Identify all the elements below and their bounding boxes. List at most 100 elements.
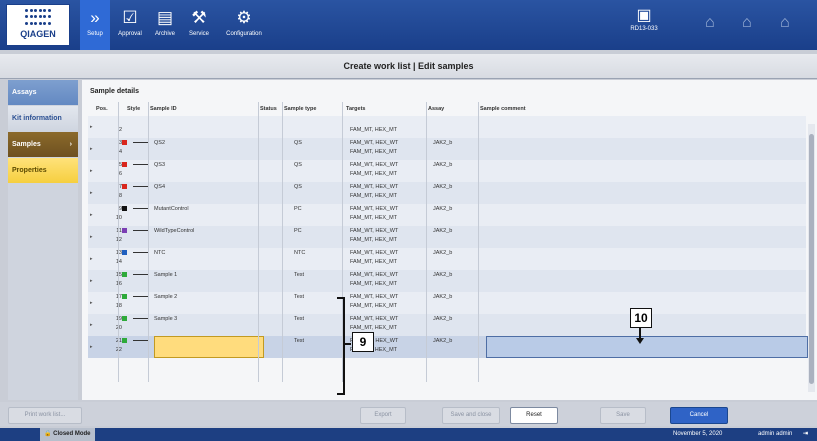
instrument-button[interactable]: ▣ RD13-033: [620, 6, 668, 32]
row-expand-icon[interactable]: ▸: [90, 278, 93, 284]
table-row[interactable]: ▸ 19 20 Sample 3 Test FAM_WT, HEX_WT FAM…: [88, 314, 806, 336]
nav-archive[interactable]: ▤ Archive: [150, 0, 180, 50]
row-expand-icon[interactable]: ▸: [90, 344, 93, 350]
sample-id-cell[interactable]: QS3: [154, 162, 165, 168]
sidebar-item-properties[interactable]: Properties: [8, 158, 78, 183]
vertical-scrollbar[interactable]: [808, 124, 815, 392]
sample-id-cell[interactable]: Sample 3: [154, 316, 177, 322]
instrument-slot-icon[interactable]: ⌂: [742, 14, 752, 32]
callout-10: 10: [630, 308, 652, 328]
row-expand-icon[interactable]: ▸: [90, 234, 93, 240]
cancel-button[interactable]: Cancel: [670, 407, 728, 424]
row-expand-icon[interactable]: ▸: [90, 256, 93, 262]
style-swatch[interactable]: [122, 184, 127, 189]
table-row[interactable]: ▸ 15 16 Sample 1 Test FAM_WT, HEX_WT FAM…: [88, 270, 806, 292]
sample-id-cell[interactable]: Sample 2: [154, 294, 177, 300]
approval-icon: ☑: [122, 8, 138, 27]
nav-configuration[interactable]: ⚙ Configuration: [220, 0, 268, 50]
style-swatch[interactable]: [122, 162, 127, 167]
table-row[interactable]: ▸ 17 18 Sample 2 Test FAM_WT, HEX_WT FAM…: [88, 292, 806, 314]
lock-icon: 🔒: [44, 431, 52, 437]
line-style: [133, 274, 149, 275]
line-style: [133, 164, 149, 165]
line-style: [133, 318, 149, 319]
style-swatch[interactable]: [122, 140, 127, 145]
sidebar: Assays Kit information Samples › Propert…: [8, 80, 78, 400]
service-icon: ⚒: [191, 8, 207, 27]
sample-id-cell[interactable]: NTC: [154, 250, 165, 256]
row-expand-icon[interactable]: ▸: [90, 146, 93, 152]
row-expand-icon[interactable]: ▸: [90, 190, 93, 196]
column-header[interactable]: Assay: [428, 102, 444, 116]
sample-id-cell[interactable]: QS4: [154, 184, 165, 190]
brand-name: QIAGEN: [20, 29, 56, 39]
table-row[interactable]: ▸ 13 14 NTC NTC FAM_WT, HEX_WT FAM_MT, H…: [88, 248, 806, 270]
sample-details-panel: Sample details Pos. Style Sample ID Stat…: [82, 80, 817, 400]
column-header[interactable]: Pos.: [96, 102, 108, 116]
sidebar-item-assays[interactable]: Assays: [8, 80, 78, 105]
row-expand-icon[interactable]: ▸: [90, 322, 93, 328]
style-swatch[interactable]: [122, 206, 127, 211]
table-row[interactable]: ▸ 11 12 WildTypeControl PC FAM_WT, HEX_W…: [88, 226, 806, 248]
section-title: Sample details: [90, 88, 140, 95]
sidebar-item-samples[interactable]: Samples ›: [8, 132, 78, 157]
row-expand-icon[interactable]: ▸: [90, 124, 93, 130]
logout-icon[interactable]: ⇥: [803, 428, 808, 441]
nav-service[interactable]: ⚒ Service: [184, 0, 214, 50]
sample-comment-input[interactable]: [486, 336, 808, 358]
sample-id-cell[interactable]: MutantControl: [154, 206, 189, 212]
qiagen-logo: QIAGEN: [6, 4, 70, 46]
sample-id-input[interactable]: [154, 336, 264, 358]
instrument-slot-icon[interactable]: ⌂: [780, 14, 790, 32]
column-header[interactable]: Sample ID: [150, 102, 177, 116]
line-style: [133, 142, 149, 143]
user-label[interactable]: admin admin: [758, 428, 792, 441]
row-expand-icon[interactable]: ▸: [90, 212, 93, 218]
date-label: November 5, 2020: [673, 431, 723, 437]
table-row[interactable]: ▸ 5 6 QS3 QS FAM_WT, HEX_WT FAM_MT, HEX_…: [88, 160, 806, 182]
status-bar: 🔒 Closed Mode November 5, 2020 admin adm…: [0, 428, 817, 441]
line-style: [133, 186, 149, 187]
page-title: Create work list | Edit samples: [0, 54, 817, 79]
table-row[interactable]: ▸ 9 10 MutantControl PC FAM_WT, HEX_WT F…: [88, 204, 806, 226]
style-swatch[interactable]: [122, 338, 127, 343]
row-expand-icon[interactable]: ▸: [90, 300, 93, 306]
row-expand-icon[interactable]: ▸: [90, 168, 93, 174]
style-swatch[interactable]: [122, 250, 127, 255]
table-row[interactable]: ▸ 7 8 QS4 QS FAM_WT, HEX_WT FAM_MT, HEX_…: [88, 182, 806, 204]
column-header[interactable]: Sample comment: [480, 102, 526, 116]
style-swatch[interactable]: [122, 272, 127, 277]
chevron-right-icon: ›: [69, 141, 72, 148]
reset-button[interactable]: Reset: [510, 407, 558, 424]
style-swatch[interactable]: [122, 316, 127, 321]
line-style: [133, 230, 149, 231]
style-swatch[interactable]: [122, 228, 127, 233]
line-style: [133, 208, 149, 209]
line-style: [133, 252, 149, 253]
sample-id-cell[interactable]: Sample 1: [154, 272, 177, 278]
export-button[interactable]: Export: [360, 407, 406, 424]
mode-indicator: 🔒 Closed Mode: [40, 428, 95, 441]
column-header[interactable]: Targets: [346, 102, 365, 116]
line-style: [133, 340, 149, 341]
style-swatch[interactable]: [122, 294, 127, 299]
archive-icon: ▤: [156, 8, 174, 27]
table-row[interactable]: ▸ 2 FAM_MT, HEX_MT: [88, 116, 806, 138]
save-and-close-button[interactable]: Save and close: [442, 407, 500, 424]
top-navigation: QIAGEN » Setup ☑ Approval ▤ Archive ⚒ Se…: [0, 0, 817, 50]
print-work-list-button[interactable]: Print work list...: [8, 407, 82, 424]
column-header[interactable]: Style: [127, 102, 140, 116]
save-button[interactable]: Save: [600, 407, 646, 424]
sample-id-cell[interactable]: QS2: [154, 140, 165, 146]
nav-setup[interactable]: » Setup: [80, 0, 110, 50]
column-header[interactable]: Sample type: [284, 102, 316, 116]
arrow-down-icon: [636, 338, 644, 344]
table-row[interactable]: ▸ 21 22 Test FAM_WT, HEX_WT FAM_MT, HEX_…: [88, 336, 808, 358]
nav-approval[interactable]: ☑ Approval: [114, 0, 146, 50]
sidebar-item-kit-information[interactable]: Kit information: [8, 106, 78, 131]
instrument-slot-icon[interactable]: ⌂: [705, 14, 715, 32]
table-row[interactable]: ▸ 3 4 QS2 QS FAM_WT, HEX_WT FAM_MT, HEX_…: [88, 138, 806, 160]
column-header[interactable]: Status: [260, 102, 277, 116]
sample-id-cell[interactable]: WildTypeControl: [154, 228, 194, 234]
callout-bracket: [337, 297, 345, 395]
